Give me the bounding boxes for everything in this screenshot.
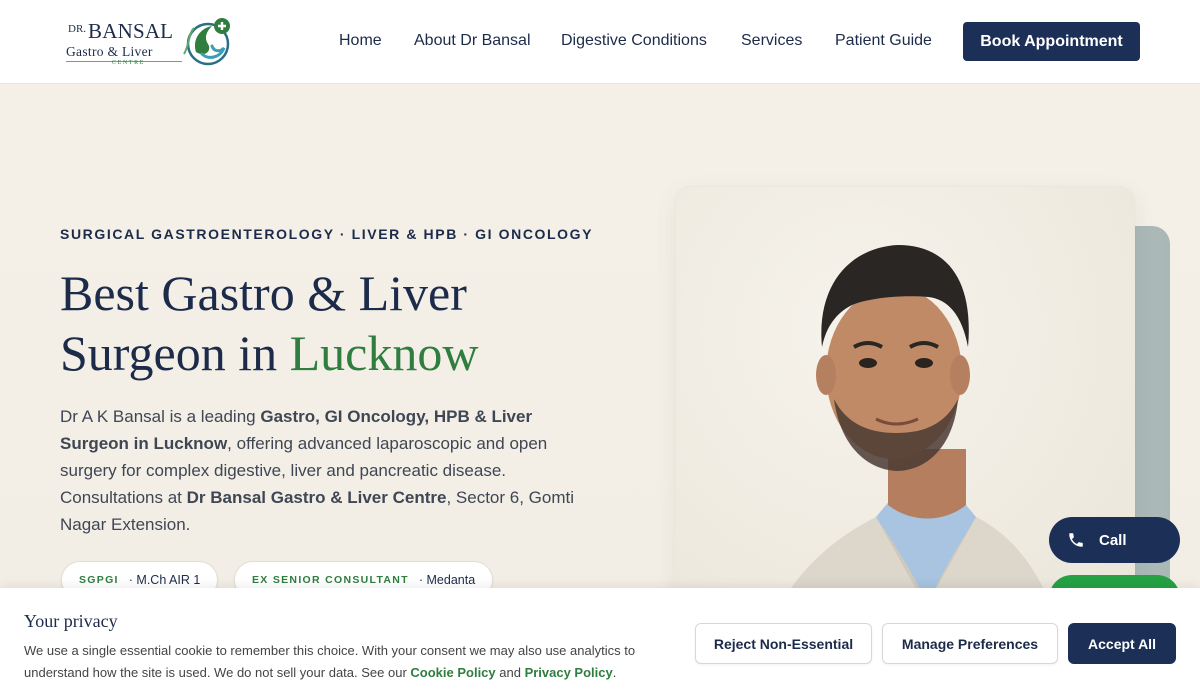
nav-digestive-conditions[interactable]: Digestive Conditions (561, 32, 707, 50)
chip-value: · Medanta (418, 573, 476, 587)
nav-patient-guide[interactable]: Patient Guide (835, 32, 932, 50)
hero-title-line2: Surgeon in Lucknow (60, 324, 478, 382)
manage-preferences-button[interactable]: Manage Preferences (882, 623, 1058, 664)
cookie-text: We use a single essential cookie to reme… (24, 640, 674, 683)
intro-text-1: Dr A K Bansal is a leading (60, 407, 261, 426)
site-logo[interactable]: DR. BANSAL Gastro & Liver CENTRE (66, 14, 236, 70)
hero-title-plain: Surgeon in (60, 325, 290, 381)
logo-centre: CENTRE (112, 60, 145, 66)
cookie-banner: Your privacy We use a single essential c… (0, 588, 1200, 700)
cookie-policy-link[interactable]: Cookie Policy (410, 665, 495, 680)
logo-name: BANSAL (88, 19, 174, 43)
logo-prefix: DR. (68, 23, 87, 35)
cookie-text-and: and (495, 664, 525, 680)
intro-bold-2: Dr Bansal Gastro & Liver Centre (186, 488, 447, 507)
hero-eyebrow: SURGICAL GASTROENTEROLOGY · LIVER & HPB … (60, 226, 594, 242)
phone-icon (1069, 533, 1083, 547)
book-appointment-button[interactable]: Book Appointment (963, 22, 1140, 61)
nav-about[interactable]: About Dr Bansal (414, 32, 531, 50)
privacy-policy-link[interactable]: Privacy Policy (525, 665, 613, 680)
site-header: DR. BANSAL Gastro & Liver CENTRE Home Ab… (0, 0, 1200, 84)
chip-value: · M.Ch AIR 1 (128, 573, 201, 587)
nav-services[interactable]: Services (741, 32, 802, 50)
chip-key: SGPGI (79, 574, 119, 586)
cookie-title: Your privacy (24, 611, 118, 631)
hero-title-line1: Best Gastro & Liver (60, 265, 467, 321)
hero-intro: Dr A K Bansal is a leading Gastro, GI On… (60, 403, 600, 538)
reject-non-essential-button[interactable]: Reject Non-Essential (695, 623, 872, 664)
accept-all-button[interactable]: Accept All (1068, 623, 1176, 664)
nav-home[interactable]: Home (339, 32, 382, 50)
logo-subtitle: Gastro & Liver (66, 44, 153, 59)
hero-title-accent: Lucknow (289, 325, 479, 381)
chip-key: EX SENIOR CONSULTANT (252, 574, 409, 586)
call-button[interactable]: Call (1049, 517, 1180, 563)
call-button-label: Call (1099, 531, 1127, 549)
gastro-logo-icon (183, 18, 230, 66)
cookie-text-end: . (612, 664, 617, 680)
